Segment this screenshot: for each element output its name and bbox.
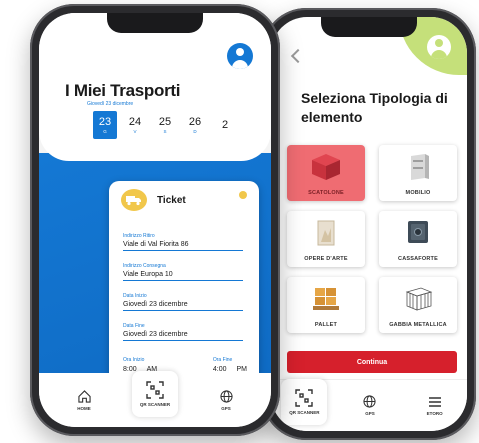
ticket-title: Ticket [157, 195, 186, 206]
avatar-icon[interactable] [227, 43, 253, 69]
type-label: SCATOLONE [308, 190, 344, 196]
transports-screen: I Miei Trasporti Giovedì 23 dicembre 23 … [39, 13, 271, 427]
qr-scanner-icon [146, 381, 164, 399]
phone-left: I Miei Trasporti Giovedì 23 dicembre 23 … [30, 4, 280, 436]
nav-label-home: HOME [77, 405, 91, 411]
qr-scanner-icon [295, 388, 314, 407]
nav-label-gps: GPS [221, 405, 231, 411]
globe-icon [219, 389, 233, 403]
type-label: CASSAFORTE [398, 256, 438, 262]
truck-icon [121, 189, 147, 211]
phone-notch [321, 17, 417, 37]
nav-label-qr: QR SCANNER [289, 409, 320, 415]
bottom-nav: HOME QR SCANNER GPS [39, 371, 271, 427]
home-icon [77, 389, 91, 403]
selected-date-label: Giovedì 23 dicembre [87, 101, 134, 107]
field-value: Viale di Val Fiorita 86 [123, 241, 243, 251]
nav-menu[interactable]: ETORO [413, 396, 457, 416]
field-label: Data Fine [123, 323, 145, 329]
menu-icon [428, 396, 441, 407]
nav-gps[interactable]: GPS [204, 389, 248, 411]
continue-button[interactable]: Continua [287, 351, 457, 373]
nav-label-qr: QR SCANNER [139, 402, 171, 407]
furniture-icon [401, 152, 435, 182]
type-card-cassaforte[interactable]: CASSAFORTE [379, 211, 457, 267]
type-label: OPERE D'ARTE [304, 256, 348, 262]
element-type-screen: Seleziona Tipologia di elemento SCATOLON… [271, 17, 467, 431]
field-label: Indirizzo Ritiro [123, 233, 155, 239]
profile-icon[interactable] [427, 35, 451, 59]
ticket-card[interactable]: Ticket Indirizzo Ritiro Viale di Val Fio… [109, 181, 259, 391]
field-value: Giovedì 23 dicembre [123, 301, 243, 311]
page-title: I Miei Trasporti [65, 81, 181, 100]
delivery-field[interactable]: Indirizzo Consegna Viale Europa 10 [123, 263, 243, 281]
type-label: GABBIA METALLICA [389, 322, 447, 328]
safe-icon [401, 218, 435, 248]
type-card-opere-darte[interactable]: OPERE D'ARTE [287, 211, 365, 267]
artwork-icon [309, 218, 343, 248]
pickup-field[interactable]: Indirizzo Ritiro Viale di Val Fiorita 86 [123, 233, 243, 251]
back-arrow-icon[interactable] [290, 48, 306, 64]
date-cell-25[interactable]: 25 S [153, 111, 177, 139]
nav-label-menu: ETORO [426, 410, 443, 416]
status-dot [239, 191, 247, 199]
page-title: Seleziona Tipologia di elemento [301, 90, 448, 125]
phone-right: Seleziona Tipologia di elemento SCATOLON… [262, 8, 476, 440]
globe-icon [363, 395, 377, 408]
end-date-field[interactable]: Data Fine Giovedì 23 dicembre [123, 323, 243, 341]
date-cell-27[interactable]: 2 [213, 111, 237, 139]
type-grid: SCATOLONE MOBILIO OPERE D'ARTE CASSAFORT… [287, 145, 457, 333]
start-date-field[interactable]: Data Inizio Giovedì 23 dicembre [123, 293, 243, 311]
type-label: PALLET [314, 322, 338, 328]
type-card-gabbia-metallica[interactable]: GABBIA METALLICA [379, 277, 457, 333]
box-icon [309, 152, 343, 182]
phone-notch [107, 13, 203, 33]
pallet-icon [309, 284, 343, 314]
field-value: Viale Europa 10 [123, 271, 243, 281]
date-cell-23[interactable]: 23 G [93, 111, 117, 139]
nav-label-gps: GPS [365, 411, 375, 416]
type-card-scatolone[interactable]: SCATOLONE [287, 145, 365, 201]
nav-home[interactable]: HOME [62, 389, 106, 411]
nav-qr-scanner[interactable]: QR SCANNER [281, 378, 328, 425]
type-card-mobilio[interactable]: MOBILIO [379, 145, 457, 201]
date-selector: 23 G 24 V 25 S 26 D 2 [93, 111, 237, 139]
date-cell-24[interactable]: 24 V [123, 111, 147, 139]
field-label: Data Inizio [123, 293, 147, 299]
field-value: Giovedì 23 dicembre [123, 331, 243, 341]
nav-qr-scanner[interactable]: QR SCANNER [132, 371, 178, 417]
type-label: MOBILIO [405, 190, 431, 196]
type-card-pallet[interactable]: PALLET [287, 277, 365, 333]
cage-icon [401, 284, 435, 314]
field-label: Indirizzo Consegna [123, 263, 166, 269]
nav-gps[interactable]: GPS [348, 395, 392, 416]
bottom-nav: QR SCANNER GPS ETORO [271, 378, 467, 431]
date-cell-26[interactable]: 26 D [183, 111, 207, 139]
